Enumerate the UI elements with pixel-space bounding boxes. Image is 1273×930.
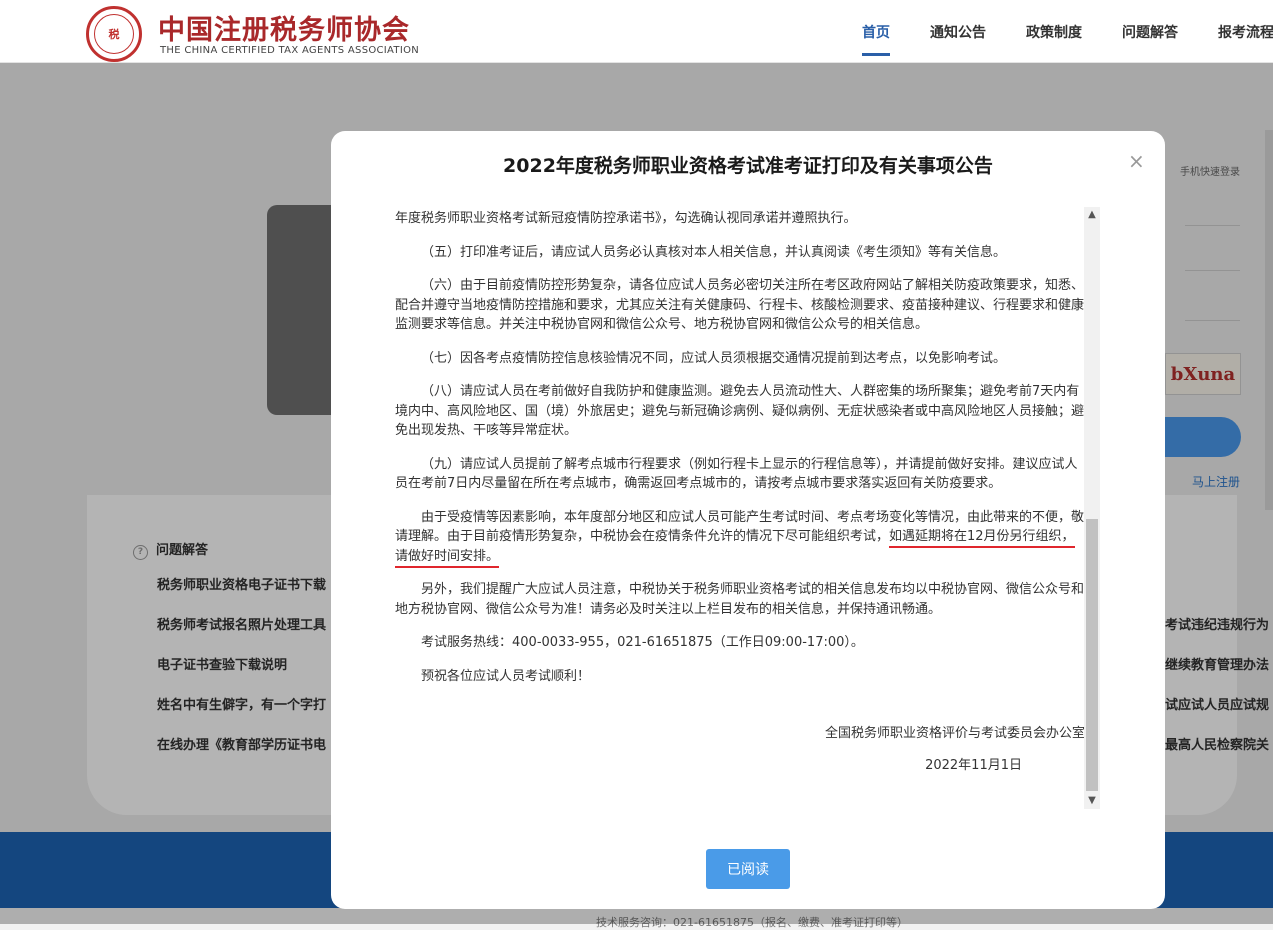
nav-notices[interactable]: 通知公告 — [930, 0, 986, 62]
read-confirm-button[interactable]: 已阅读 — [706, 849, 790, 889]
paragraph: （九）请应试人员提前了解考点城市行程要求（例如行程卡上显示的行程信息等），并请提… — [395, 456, 1078, 492]
modal-title: 2022年度税务师职业资格考试准考证打印及有关事项公告 — [503, 155, 993, 177]
scrollbar-thumb[interactable] — [1086, 519, 1098, 791]
nav-home[interactable]: 首页 — [862, 0, 890, 62]
nav-policies[interactable]: 政策制度 — [1026, 0, 1082, 62]
main-nav: 首页 通知公告 政策制度 问题解答 报考流程 — [862, 0, 1273, 62]
seal-center: 税 — [94, 14, 134, 54]
paragraph: （五）打印准考证后，请应试人员务必认真核对本人相关信息，并认真阅读《考生须知》等… — [421, 244, 1007, 260]
announcement-body[interactable]: 年度税务师职业资格考试新冠疫情防控承诺书》，勾选确认视同承诺并遵照执行。 （五）… — [395, 209, 1085, 809]
logo-title-en: THE CHINA CERTIFIED TAX AGENTS ASSOCIATI… — [160, 45, 420, 56]
paragraph: 由于受疫情等因素影响，本年度部分地区和应试人员可能产生考试时间、考点考场变化等情… — [395, 508, 1085, 568]
closing-paragraph: 预祝各位应试人员考试顺利！ — [421, 668, 591, 684]
scrollbar[interactable]: ▲ ▼ — [1084, 207, 1100, 809]
logo-title-cn[interactable]: 中国注册税务师协会 — [158, 8, 410, 47]
signature-date: 2022年11月1日 — [925, 757, 1022, 773]
announcement-modal: 2022年度税务师职业资格考试准考证打印及有关事项公告 × 年度税务师职业资格考… — [331, 131, 1165, 909]
hotline-paragraph: 考试服务热线：400-0033-955，021-61651875（工作日09:0… — [421, 635, 864, 650]
paragraph: 年度税务师职业资格考试新冠疫情防控承诺书》，勾选确认视同承诺并遵照执行。 — [395, 211, 857, 226]
paragraph: （七）因各考点疫情防控信息核验情况不同，应试人员须根据交通情况提前到达考点，以免… — [421, 350, 1007, 366]
paragraph: （八）请应试人员在考前做好自我防护和健康监测。避免去人员流动性大、人群密集的场所… — [395, 384, 1085, 438]
scroll-up-icon[interactable]: ▲ — [1084, 207, 1100, 223]
scroll-down-icon[interactable]: ▼ — [1084, 793, 1100, 809]
signature: 全国税务师职业资格评价与考试委员会办公室 — [824, 726, 1085, 741]
close-icon[interactable]: × — [1128, 151, 1145, 171]
site-header: 税 中国注册税务师协会 THE CHINA CERTIFIED TAX AGEN… — [0, 0, 1273, 63]
paragraph: （六）由于目前疫情防控形势复杂，请各位应试人员务必密切关注所在考区政府网站了解相… — [395, 278, 1085, 332]
nav-exam-process[interactable]: 报考流程 — [1218, 0, 1273, 62]
association-seal-icon[interactable]: 税 — [86, 6, 142, 62]
paragraph: 另外，我们提醒广大应试人员注意，中税协关于税务师职业资格考试的相关信息发布均以中… — [395, 582, 1085, 617]
nav-qa[interactable]: 问题解答 — [1122, 0, 1178, 62]
